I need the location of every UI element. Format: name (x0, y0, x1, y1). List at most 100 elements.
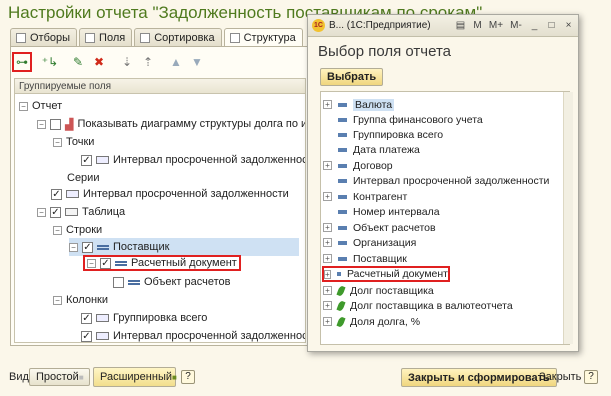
field-icon (97, 244, 109, 250)
expand-icon[interactable]: + (323, 317, 332, 326)
group-icon: ⇣ (121, 55, 133, 69)
expand-icon[interactable]: + (323, 301, 332, 310)
edit-button[interactable]: ✎ (68, 52, 88, 72)
collapse-icon[interactable]: − (37, 207, 46, 217)
expand-icon[interactable]: + (323, 100, 332, 109)
list-item[interactable]: + Доля долга, % (323, 314, 420, 329)
close-and-generate-button[interactable]: Закрыть и сформировать (401, 368, 557, 387)
list-item[interactable]: Группа финансового учета (323, 112, 483, 127)
tree-header: Группируемые поля (15, 79, 305, 94)
ungroup-icon: ⇡ (142, 55, 154, 69)
tree-row-columns[interactable]: − Колонки (53, 291, 108, 309)
minimize-icon[interactable]: _ (528, 19, 541, 32)
expand-icon[interactable]: + (323, 238, 332, 247)
expand-icon[interactable]: + (323, 223, 332, 232)
list-item-settlement-document[interactable]: + Расчетный документ (322, 266, 450, 282)
field-icon (338, 225, 347, 230)
maximize-icon[interactable]: □ (545, 19, 558, 32)
collapse-icon[interactable]: − (87, 258, 96, 268)
memory-minus-button[interactable]: М- (508, 19, 524, 32)
list-item[interactable]: + Долг поставщика (323, 283, 434, 298)
tab-label: Отборы (30, 31, 71, 44)
list-item[interactable]: + Объект расчетов (323, 220, 436, 235)
checkbox[interactable]: ✓ (100, 257, 111, 269)
ungroup-button[interactable]: ⇡ (138, 52, 158, 72)
memory-button[interactable]: М (471, 19, 484, 32)
checkbox[interactable]: ✓ (50, 206, 61, 218)
checkbox[interactable] (50, 118, 61, 130)
menu-icon[interactable]: ▤ (454, 19, 467, 32)
tree-row-settlement-document[interactable]: − ✓ Расчетный документ (83, 255, 241, 271)
tree-row-points[interactable]: − Точки (53, 133, 94, 151)
group-button[interactable]: ⇣ (117, 52, 137, 72)
tab-structure[interactable]: Структура (223, 28, 303, 46)
checkbox[interactable]: ✓ (51, 188, 62, 200)
expand-icon[interactable]: + (323, 192, 332, 201)
checkbox[interactable] (113, 276, 124, 288)
list-item[interactable]: + Договор (323, 158, 393, 173)
collapse-icon[interactable]: − (69, 242, 78, 252)
close-icon[interactable]: × (562, 19, 575, 32)
checkbox[interactable]: ✓ (81, 154, 92, 166)
tree-row-settlement-object[interactable]: Объект расчетов (113, 273, 231, 291)
move-down-button[interactable]: ▼ (187, 52, 207, 72)
collapse-icon[interactable]: − (53, 225, 62, 235)
add-grouping-button[interactable]: ⊶ (12, 52, 32, 72)
field-icon (128, 279, 140, 285)
tab-fields[interactable]: Поля (79, 28, 133, 46)
grouping-icon (96, 156, 109, 164)
list-item[interactable]: Группировка всего (323, 127, 443, 142)
expand-icon[interactable]: + (323, 254, 332, 263)
field-icon (336, 272, 341, 276)
tree-row-interval-series[interactable]: ✓ Интервал просроченной задолженности (51, 185, 289, 203)
list-item[interactable]: Интервал просроченной задолженности (323, 173, 549, 188)
expand-icon[interactable]: + (323, 161, 332, 170)
collapse-icon[interactable]: − (53, 295, 62, 305)
tab-filters[interactable]: Отборы (10, 28, 78, 46)
delete-button[interactable]: ✖ (89, 52, 109, 72)
list-scrollbar[interactable] (563, 92, 573, 344)
close-link[interactable]: Закрыть (539, 371, 581, 383)
list-item[interactable]: + Поставщик (323, 251, 407, 266)
list-item[interactable]: + Долг поставщика в валютеотчета (323, 298, 513, 313)
checkbox[interactable]: ✓ (81, 312, 92, 324)
tree-row-interval-points[interactable]: ✓ Интервал просроченной задолженности (81, 151, 306, 169)
help-button[interactable]: ? (181, 370, 195, 384)
view-extended-button[interactable]: Расширенный ■ (93, 367, 177, 387)
list-item-currency[interactable]: + Валюта (323, 97, 395, 112)
grouping-icon (96, 332, 109, 340)
tree-row-chart[interactable]: − ▟ Показывать диаграмму структуры долга… (37, 115, 305, 133)
tree-row-rows[interactable]: − Строки (53, 221, 102, 239)
field-list: + Валюта Группа финансового учета Группи… (320, 91, 570, 345)
row-label: Расчетный документ (131, 257, 237, 269)
tree-row-report[interactable]: − Отчет (19, 97, 62, 115)
collapse-icon[interactable]: − (19, 101, 28, 111)
list-item[interactable]: Номер интервала (323, 204, 440, 219)
dialog-heading: Выбор поля отчета (318, 43, 451, 60)
expand-icon[interactable]: + (324, 269, 331, 279)
list-item[interactable]: + Контрагент (323, 189, 407, 204)
row-label: Объект расчетов (144, 276, 231, 288)
collapse-icon[interactable]: − (37, 119, 46, 129)
list-item[interactable]: + Организация (323, 235, 416, 250)
tree-row-supplier[interactable]: − ✓ Поставщик (69, 238, 299, 256)
checkbox[interactable]: ✓ (82, 241, 93, 253)
row-label: Интервал просроченной задолженности (113, 154, 306, 166)
collapse-icon[interactable]: − (53, 137, 62, 147)
help-button-right[interactable]: ? (584, 370, 598, 384)
tab-sorting[interactable]: Сортировка (134, 28, 222, 46)
row-label: Отчет (32, 100, 63, 112)
tree-row-table[interactable]: − ✓ Таблица (37, 203, 125, 221)
checkbox[interactable]: ✓ (81, 330, 92, 342)
item-label: Долг поставщика (350, 284, 434, 297)
choose-button[interactable]: Выбрать (320, 68, 384, 86)
tree-row-interval-columns[interactable]: ✓ Интервал просроченной задолженности, Н… (81, 327, 305, 342)
memory-plus-button[interactable]: М+ (488, 19, 504, 32)
move-up-button[interactable]: ▲ (166, 52, 186, 72)
list-item[interactable]: Дата платежа (323, 142, 420, 157)
button-label: Расширенный (100, 371, 172, 383)
view-simple-button[interactable]: Простой ■ (29, 368, 90, 386)
tree-row-group-total[interactable]: ✓ Группировка всего (81, 309, 207, 327)
add-nested-button[interactable]: ⁺↳ (40, 52, 60, 72)
expand-icon[interactable]: + (323, 286, 332, 295)
